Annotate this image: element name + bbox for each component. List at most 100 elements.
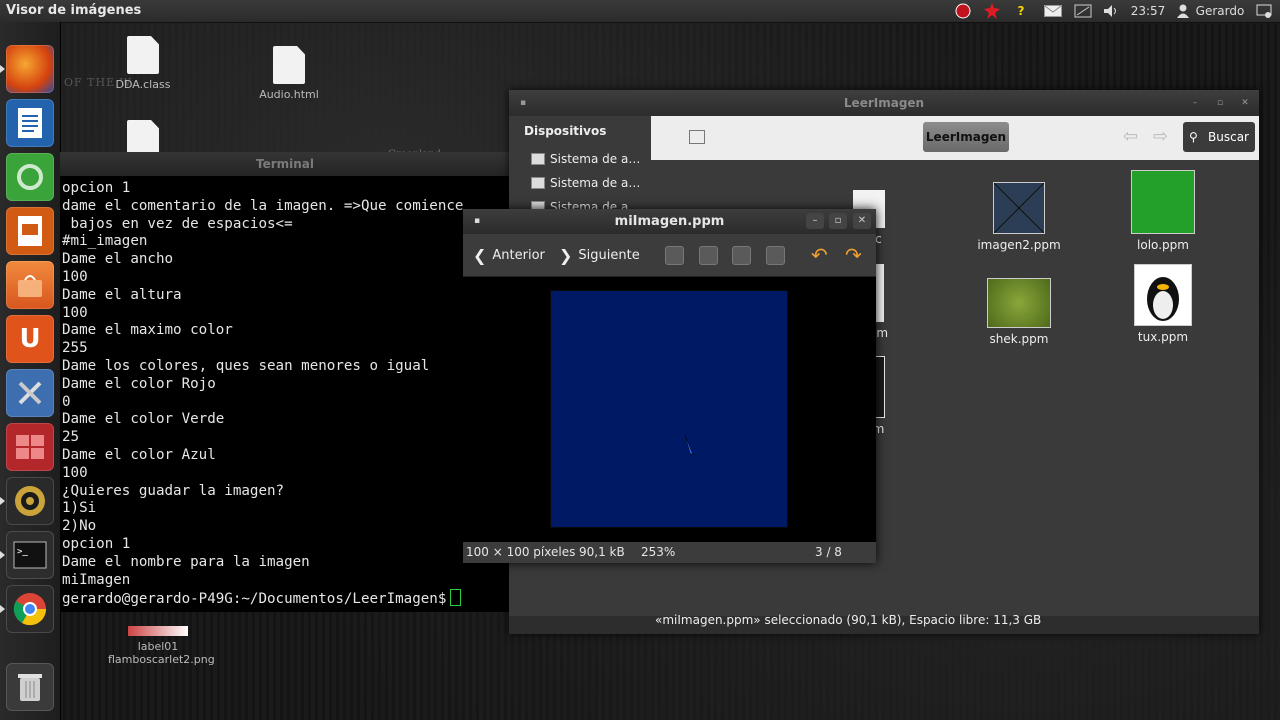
rotate-left-icon: ↶ xyxy=(811,243,828,267)
window-menu-icon[interactable]: ▪ xyxy=(471,215,483,227)
terminal-line: 255 xyxy=(62,340,88,357)
user-icon xyxy=(1176,2,1190,20)
drive-icon xyxy=(531,177,545,189)
terminal-prompt: gerardo@gerardo-P49G:~/Documentos/LeerIm… xyxy=(62,591,447,608)
ubuntu-one-icon[interactable]: U xyxy=(6,315,54,363)
close-icon[interactable]: ✕ xyxy=(1239,97,1251,109)
file-manager-title: LeerImagen xyxy=(509,90,1259,116)
terminal-line: miImagen xyxy=(62,571,131,588)
sidebar-item-label: Sistema de a… xyxy=(550,152,641,166)
image-viewer-window[interactable]: miImagen.ppm ▪ – ▫ ✕ ❮ Anterior ❯ Siguie… xyxy=(463,209,876,563)
settings-icon[interactable] xyxy=(1254,2,1274,20)
terminal-icon[interactable]: >_ xyxy=(0,531,54,579)
image-thumb-icon xyxy=(993,182,1045,234)
terminal-line: dame el comentario de la imagen. =>Que c… xyxy=(62,197,464,214)
desktop-file-icon[interactable]: Audio.html xyxy=(244,46,334,101)
search-button[interactable]: ⚲ Buscar xyxy=(1183,122,1255,152)
close-icon[interactable]: ✕ xyxy=(853,213,871,229)
file-name: tux.ppm xyxy=(1137,330,1189,344)
window-menu-icon[interactable]: ▪ xyxy=(517,97,529,109)
rotate-right-button[interactable]: ↷ xyxy=(845,243,862,267)
sidebar-item-filesystem[interactable]: Sistema de a… xyxy=(531,152,640,166)
workspace-switcher-icon[interactable] xyxy=(6,423,54,471)
clock[interactable]: 23:57 xyxy=(1128,2,1168,20)
file-item[interactable]: lolo.ppm xyxy=(1113,170,1213,252)
back-icon[interactable]: ⇦ xyxy=(1123,126,1138,147)
zoom-out-icon xyxy=(699,245,718,265)
zoom-in-icon xyxy=(665,245,684,265)
image-canvas[interactable] xyxy=(463,277,876,542)
displayed-image xyxy=(551,291,787,527)
desktop-file-icon[interactable]: label01 flamboscarlet2.png xyxy=(108,626,215,666)
image-index: 3 / 8 xyxy=(815,545,842,559)
sidebar-item-label: Sistema de a… xyxy=(550,176,641,190)
minimize-icon[interactable]: – xyxy=(806,213,824,229)
path-button[interactable]: LeerImagen xyxy=(923,122,1009,152)
terminal-line: opcion 1 xyxy=(62,535,131,552)
impress-icon[interactable] xyxy=(6,207,54,255)
zoom-normal-button[interactable] xyxy=(732,245,751,265)
search-icon: ⚲ xyxy=(1189,130,1198,144)
file-item[interactable]: tux.ppm xyxy=(1113,264,1213,344)
terminal-window[interactable]: Terminal opcion 1 dame el comentario de l… xyxy=(60,152,510,612)
forward-icon[interactable]: ⇨ xyxy=(1153,126,1168,147)
terminal-line: 100 xyxy=(62,464,88,481)
firefox-icon[interactable] xyxy=(0,45,54,93)
desktop-file-label: DDA.class xyxy=(115,78,171,91)
maximize-icon[interactable]: ▫ xyxy=(829,213,847,229)
minimize-icon[interactable]: – xyxy=(1189,97,1201,109)
software-center-icon[interactable] xyxy=(6,261,54,309)
terminal-line: 0 xyxy=(62,393,71,410)
file-item[interactable]: shek.ppm xyxy=(969,278,1069,346)
file-item[interactable]: imagen2.ppm xyxy=(969,182,1069,252)
search-label: Buscar xyxy=(1208,130,1249,144)
desktop-file-label: Audio.html xyxy=(259,88,319,101)
zoom-in-button[interactable] xyxy=(665,245,684,265)
previous-button[interactable]: ❮ Anterior xyxy=(473,245,545,265)
terminal-output[interactable]: opcion 1 dame el comentario de la imagen.… xyxy=(62,180,508,610)
system-settings-icon[interactable] xyxy=(6,369,54,417)
gimp-icon[interactable] xyxy=(0,477,54,525)
file-manager-toolbar: LeerImagen ⇦ ⇨ ⚲ Buscar xyxy=(651,116,1259,160)
desktop-file-icon[interactable]: DDA.class xyxy=(98,36,188,91)
trash-icon[interactable] xyxy=(6,663,54,711)
previous-label: Anterior xyxy=(492,247,545,263)
chrome-icon[interactable] xyxy=(0,585,54,633)
help-icon[interactable]: ? xyxy=(1014,2,1028,20)
terminal-title: Terminal xyxy=(60,152,510,176)
terminal-line: bajos en vez de espacios<= xyxy=(62,215,293,232)
next-button[interactable]: ❯ Siguiente xyxy=(559,245,640,265)
terminal-line: ¿Quieres guadar la imagen? xyxy=(62,482,285,499)
rotate-right-icon: ↷ xyxy=(845,243,862,267)
sidebar-header: Dispositivos xyxy=(524,124,607,138)
folder-icon[interactable] xyxy=(689,130,705,144)
terminal-line: 25 xyxy=(62,429,80,446)
network-icon[interactable] xyxy=(1073,2,1093,20)
terminal-line: 2)No xyxy=(62,518,97,535)
writer-icon[interactable] xyxy=(6,99,54,147)
launcher: U >_ xyxy=(0,22,61,720)
file-manager-statusbar: «miImagen.ppm» seleccionado (90,1 kB), E… xyxy=(655,613,1042,627)
terminal-line: Dame el ancho xyxy=(62,251,174,268)
image-filesize: 90,1 kB xyxy=(579,545,625,559)
terminal-line: opcion 1 xyxy=(62,180,131,196)
sidebar-item-filesystem[interactable]: Sistema de a… xyxy=(531,176,640,190)
desktop-file-label: label01 flamboscarlet2.png xyxy=(108,640,215,666)
image-thumb-icon xyxy=(1134,264,1192,326)
calc-icon[interactable] xyxy=(6,153,54,201)
record-icon[interactable] xyxy=(954,2,972,20)
terminal-line: 100 xyxy=(62,268,88,285)
volume-icon[interactable] xyxy=(1102,2,1120,20)
terminal-line: Dame el altura xyxy=(62,286,182,303)
document-icon xyxy=(127,36,159,74)
terminal-prompt-line[interactable]: gerardo@gerardo-P49G:~/Documentos/LeerIm… xyxy=(62,589,508,609)
user-name[interactable]: Gerardo xyxy=(1192,2,1248,20)
zoom-out-button[interactable] xyxy=(699,245,718,265)
zoom-normal-icon xyxy=(732,245,751,265)
maximize-icon[interactable]: ▫ xyxy=(1214,97,1226,109)
document-icon xyxy=(273,46,305,84)
update-icon[interactable] xyxy=(983,2,1001,20)
rotate-left-button[interactable]: ↶ xyxy=(811,243,828,267)
zoom-fit-button[interactable] xyxy=(766,245,785,265)
mail-icon[interactable] xyxy=(1043,2,1063,20)
